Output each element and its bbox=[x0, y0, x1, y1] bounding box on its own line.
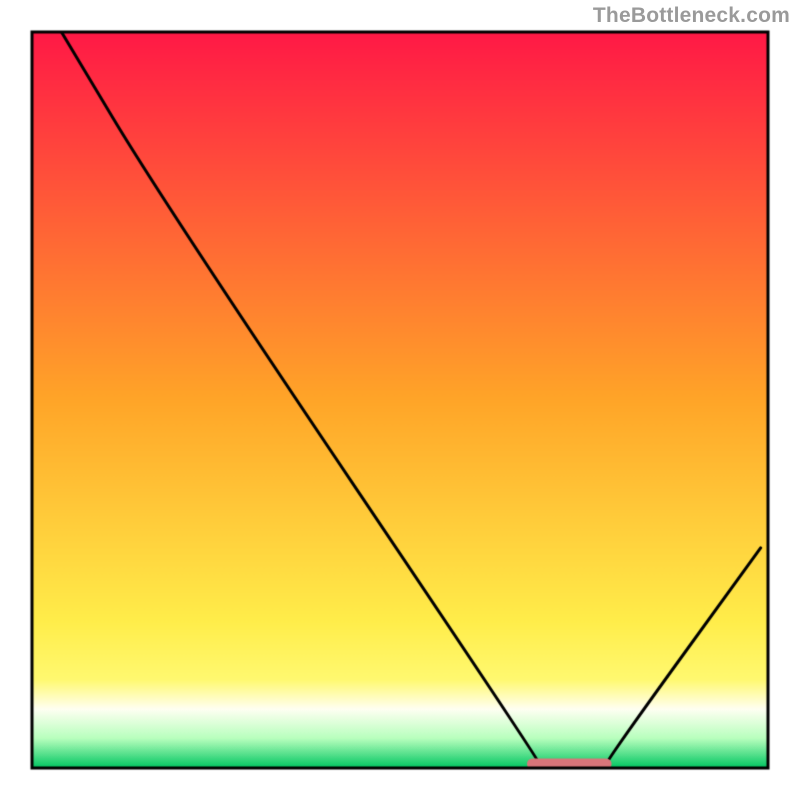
watermark-text: TheBottleneck.com bbox=[593, 4, 790, 28]
bottleneck-chart bbox=[0, 0, 800, 800]
chart-container: TheBottleneck.com bbox=[0, 0, 800, 800]
